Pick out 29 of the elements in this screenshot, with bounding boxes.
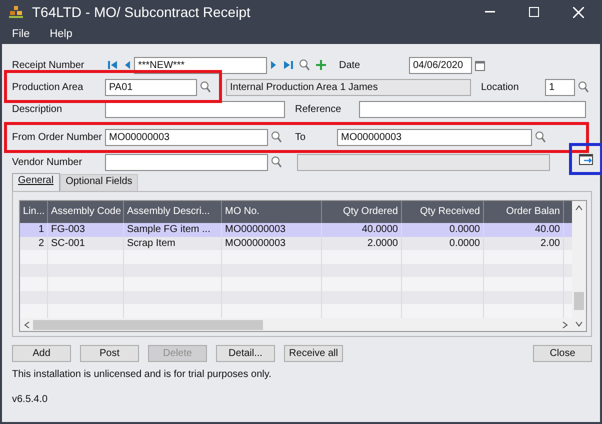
field-label: To xyxy=(295,132,307,142)
field-label: Date xyxy=(339,60,362,70)
license-notice: This installation is unlicensed and is for trial purposes only. xyxy=(12,369,272,380)
field-label: Location xyxy=(481,82,520,92)
action-button[interactable]: Add xyxy=(12,345,71,362)
field-label: From Order Number xyxy=(12,132,104,142)
field-label: Production Area xyxy=(12,82,84,92)
menu-item[interactable]: Help xyxy=(50,28,72,40)
input-field[interactable]: PA01 xyxy=(105,78,197,96)
action-button[interactable]: Receive all xyxy=(284,345,343,362)
version-label: v6.5.4.0 xyxy=(12,394,49,405)
window-title: T64LTD - MO/ Subcontract Receipt xyxy=(32,4,250,20)
action-button[interactable]: Post xyxy=(80,345,139,362)
tab[interactable]: General xyxy=(12,173,60,191)
input-field[interactable]: 1 xyxy=(545,78,575,96)
menu-item[interactable]: File xyxy=(12,28,30,40)
table-row[interactable]: 2 SC-001 Scrap Item MO00000003 2.0000 0.0000 2.00 xyxy=(20,236,572,250)
action-button[interactable]: Detail... xyxy=(216,345,275,362)
input-field[interactable]: MO00000003 xyxy=(105,128,268,146)
field-label: Receipt Number xyxy=(12,60,86,70)
date-field[interactable]: 04/06/2020 xyxy=(409,56,472,74)
table-row[interactable]: 1 FG-003 Sample FG item ... MO00000003 40.0000 0.0000 40.00 xyxy=(20,223,572,236)
input-field[interactable]: MO00000003 xyxy=(337,128,532,146)
field-label: Description xyxy=(12,104,64,114)
close-button[interactable]: Close xyxy=(533,345,592,362)
field-label: Vendor Number xyxy=(12,156,84,168)
field-label: Reference xyxy=(295,104,342,114)
description-field: Internal Production Area 1 James xyxy=(226,78,471,96)
tab[interactable]: Optional Fields xyxy=(60,174,138,191)
